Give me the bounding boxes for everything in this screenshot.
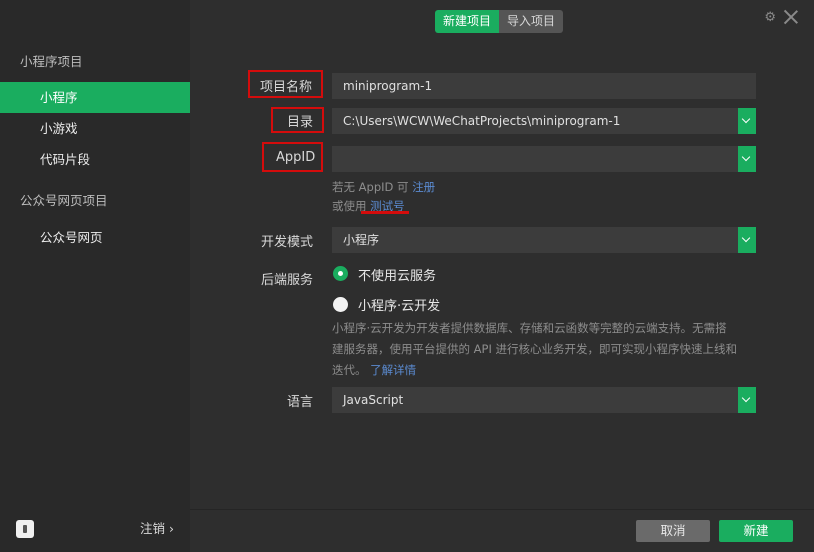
- appid-hint-text: 若无 AppID 可: [332, 180, 409, 194]
- radio-cloud-dev[interactable]: [333, 297, 348, 312]
- info-icon[interactable]: [16, 520, 34, 538]
- desc-line-3-text: 迭代。: [332, 363, 367, 377]
- language-select[interactable]: JavaScript: [332, 387, 756, 413]
- close-icon[interactable]: [782, 8, 800, 26]
- sidebar-item-minigame[interactable]: 小游戏: [0, 113, 190, 144]
- cancel-button[interactable]: 取消: [636, 520, 710, 542]
- desc-line-3: 迭代。 了解详情: [332, 360, 760, 381]
- sidebar-item-code-snippet[interactable]: 代码片段: [0, 144, 190, 175]
- directory-value: C:\Users\WCW\WeChatProjects\miniprogram-…: [343, 114, 621, 128]
- logout-link[interactable]: 注销 ›: [140, 518, 174, 537]
- appid-select[interactable]: [332, 146, 756, 172]
- language-value: JavaScript: [343, 393, 404, 407]
- main-panel: ⚙ 新建项目 导入项目 项目名称 miniprogram-1 目录 C:\Use…: [190, 0, 814, 552]
- sidebar-group-miniprogram: 小程序项目: [20, 54, 83, 69]
- register-link[interactable]: 注册: [412, 180, 435, 194]
- appid-label: AppID: [276, 150, 316, 165]
- directory-select[interactable]: C:\Users\WCW\WeChatProjects\miniprogram-…: [332, 108, 756, 134]
- desc-line-1: 小程序·云开发为开发者提供数据库、存储和云函数等完整的云端支持。无需搭: [332, 321, 727, 335]
- sidebar-group-webpage: 公众号网页项目: [20, 193, 108, 208]
- chevron-down-icon[interactable]: [738, 387, 756, 413]
- footer-divider: [190, 509, 814, 510]
- backend-label: 后端服务: [261, 273, 314, 288]
- project-mode-tabs: 新建项目 导入项目: [435, 10, 564, 33]
- desc-line-2: 建服务器，使用平台提供的 API 进行核心业务开发，即可实现小程序快速上线和: [332, 342, 738, 356]
- radio-cloud-dev-label: 小程序·云开发: [358, 299, 441, 314]
- radio-no-cloud[interactable]: [333, 266, 348, 281]
- chevron-down-icon[interactable]: [738, 146, 756, 172]
- window-controls: ⚙: [764, 8, 800, 26]
- gear-icon[interactable]: ⚙: [764, 10, 776, 25]
- directory-label: 目录: [287, 115, 314, 130]
- dev-mode-value: 小程序: [343, 233, 380, 247]
- create-button[interactable]: 新建: [719, 520, 793, 542]
- appid-hint-register: 若无 AppID 可 注册: [332, 179, 435, 195]
- tab-import-project[interactable]: 导入项目: [499, 10, 564, 33]
- sidebar: 小程序项目 小程序 小游戏 代码片段 公众号网页项目 公众号网页 注销 ›: [0, 0, 190, 552]
- chevron-down-icon[interactable]: [738, 227, 756, 253]
- cloud-description: 小程序·云开发为开发者提供数据库、存储和云函数等完整的云端支持。无需搭 建服务器…: [332, 318, 760, 381]
- sidebar-item-webpage[interactable]: 公众号网页: [0, 222, 190, 253]
- project-name-label: 项目名称: [260, 80, 313, 95]
- highlight-underline-test-account: [361, 211, 409, 214]
- project-name-input[interactable]: miniprogram-1: [332, 73, 756, 99]
- sidebar-item-miniprogram[interactable]: 小程序: [0, 82, 190, 113]
- language-label: 语言: [287, 395, 314, 410]
- dev-mode-label: 开发模式: [261, 235, 314, 250]
- chevron-down-icon[interactable]: [738, 108, 756, 134]
- tab-new-project[interactable]: 新建项目: [435, 10, 500, 33]
- dev-mode-select[interactable]: 小程序: [332, 227, 756, 253]
- learn-more-link[interactable]: 了解详情: [370, 363, 416, 377]
- radio-no-cloud-label: 不使用云服务: [358, 269, 437, 284]
